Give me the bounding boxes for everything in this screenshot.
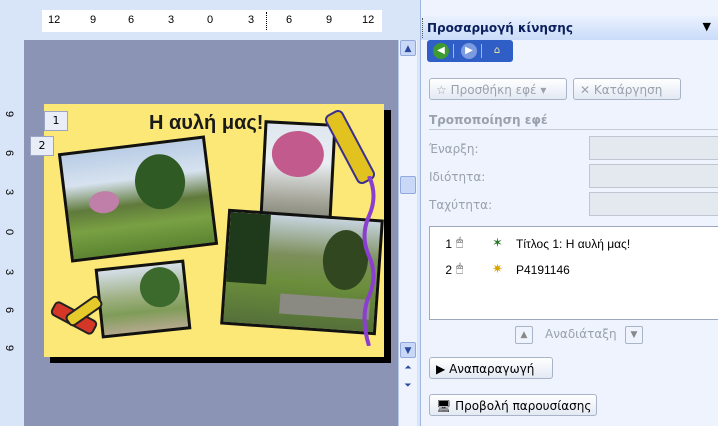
property-combo[interactable] [589,164,718,188]
ruler-tick: 3 [168,14,175,26]
item-number: 1 [445,237,452,251]
ruler-indent-marker[interactable] [266,12,267,30]
previous-slide-icon[interactable]: ⏶ [400,360,416,376]
remove-label: Κατάργηση [593,83,663,97]
ruler-tick: 3 [248,14,255,26]
modify-effect-heading: Τροποποίηση εφέ [429,113,548,127]
slide-show-button[interactable]: 🖥 Προβολή παρουσίασης [429,394,597,416]
play-button[interactable]: ▶ Αναπαραγωγή [429,357,553,379]
blossom-shape [270,129,326,179]
animation-item-2[interactable]: 2 🖱 ✷ P4191146 [438,261,708,281]
item-label: P4191146 [516,263,570,277]
ruler-tick: 12 [362,14,375,26]
scroll-up-icon[interactable]: ▲ [400,40,416,56]
remove-effect-icon: ✕ [580,83,591,97]
ruler-tick: 6 [286,14,293,26]
add-effect-label: Προσθήκη εφέ [450,83,537,97]
ruler-tick: 9 [3,344,16,352]
speed-combo[interactable] [589,192,718,216]
move-down-icon[interactable]: ▼ [625,326,643,344]
animation-tag-2[interactable]: 2 [30,136,54,156]
property-label: Ιδιότητα: [429,170,486,184]
animation-item-1[interactable]: 1 🖱 ✶ Τίτλος 1: Η αυλή μας! [438,235,708,255]
star-icon: ☆ [436,83,447,97]
play-icon: ▶ [436,362,446,376]
ruler-tick: 6 [128,14,135,26]
chevron-down-icon: ▾ [540,83,547,97]
entrance-effect-icon: ✶ [492,235,503,250]
slide-show-icon: 🖥 [436,399,452,413]
wall-shape [279,293,371,320]
ruler-tick: 9 [3,110,16,118]
horizontal-ruler: 12 9 6 3 0 3 6 9 12 [0,0,398,40]
mouse-click-icon: 🖱 [456,261,464,275]
scroll-thumb[interactable] [400,176,416,194]
ruler-tick: 6 [3,149,16,157]
tree-shape [137,265,182,310]
speed-label: Ταχύτητα: [429,198,493,212]
item-label: Τίτλος 1: Η αυλή μας! [516,237,631,251]
custom-animation-pane: Προσαρμογή κίνησης ▼ ◀ ▶ ⌂ ☆ Προσθήκη εφ… [420,0,718,426]
vertical-scrollbar[interactable]: ▲ ▼ ⏶ ⏷ [398,40,417,426]
mouse-click-icon: 🖱 [456,235,464,249]
ruler-tick: 3 [3,268,16,276]
ruler-tick: 0 [207,14,214,26]
animation-list[interactable]: 1 🖱 ✶ Τίτλος 1: Η αυλή μας! 2 🖱 ✷ P41911… [429,226,718,320]
section-divider [429,129,718,130]
photo-courtyard-1[interactable] [57,135,219,263]
start-label: Έναρξη: [429,142,479,156]
move-up-icon[interactable]: ▲ [515,326,533,344]
ruler-tick: 0 [3,228,16,236]
start-combo[interactable] [589,136,718,160]
tree-shape [131,151,189,213]
pane-nav-bar: ◀ ▶ ⌂ [427,40,513,62]
pane-header: Προσαρμογή κίνησης ▼ [421,16,718,40]
vertical-ruler: 9 6 3 0 3 6 9 [0,40,24,426]
forward-icon[interactable]: ▶ [461,43,477,59]
nav-divider [453,44,454,58]
play-label: Αναπαραγωγή [449,362,535,376]
slide-editor: 12 9 6 3 0 3 6 9 12 9 6 3 0 3 6 9 Η αυλή… [0,0,398,426]
slide[interactable]: Η αυλή μας! [44,104,384,357]
blossom-shape [87,189,121,215]
home-icon[interactable]: ⌂ [489,43,505,59]
remove-button[interactable]: ✕ Κατάργηση [573,78,681,100]
pane-grip[interactable] [422,18,425,38]
ruler-tick: 9 [90,14,97,26]
scroll-down-icon[interactable]: ▼ [400,342,416,358]
nav-divider [481,44,482,58]
slide-show-label: Προβολή παρουσίασης [455,399,592,413]
slide-title[interactable]: Η αυλή μας! [149,112,263,135]
emphasis-effect-icon: ✷ [492,261,503,276]
ruler-tick: 3 [3,188,16,196]
wavy-line-decoration [362,176,376,346]
item-number: 2 [445,263,452,277]
add-effect-button[interactable]: ☆ Προσθήκη εφέ ▾ [429,78,567,100]
photo-courtyard-3[interactable] [94,259,192,339]
photo-pink-tree[interactable] [259,120,337,222]
pane-title: Προσαρμογή κίνησης [427,21,573,35]
reorder-label: Αναδιάταξη [545,327,617,341]
ruler-tick: 12 [48,14,61,26]
chevron-down-icon[interactable]: ▼ [703,20,711,33]
back-icon[interactable]: ◀ [433,43,449,59]
next-slide-icon[interactable]: ⏷ [400,378,416,394]
ruler-tick: 9 [326,14,333,26]
tree-shape [226,211,271,285]
ruler-tick: 6 [3,306,16,314]
animation-tag-1[interactable]: 1 [44,111,68,131]
